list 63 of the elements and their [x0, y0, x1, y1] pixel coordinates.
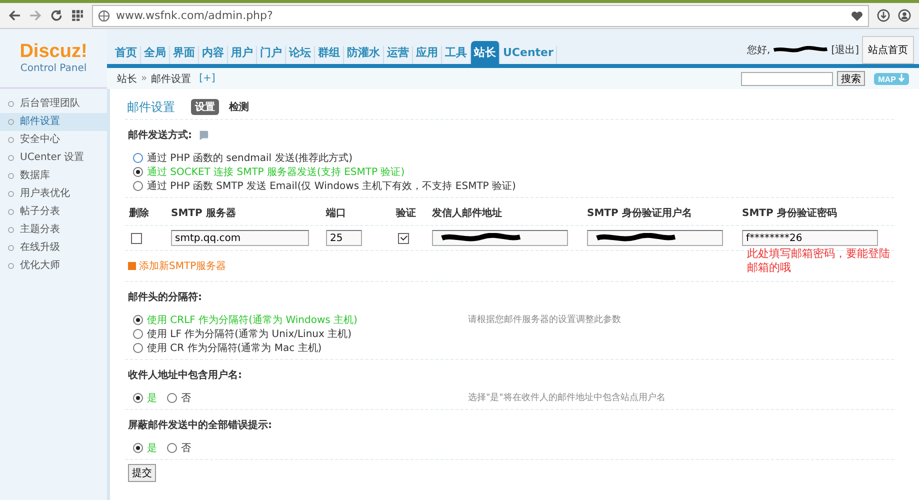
section-label: 屏蔽邮件发送中的全部错误提示: [128, 418, 272, 432]
page-tab[interactable]: 检测 [225, 99, 253, 115]
search-button[interactable]: 搜索 [837, 71, 866, 86]
sidebar-item[interactable]: 用户表优化 [0, 185, 107, 203]
sidebar-item[interactable]: 在线升级 [0, 239, 107, 257]
back-icon[interactable] [8, 9, 21, 22]
hint-text: 选择"是"将在收件人的邮件地址中包含站点用户名 [468, 392, 666, 405]
column-header: 端口 [326, 206, 347, 220]
download-icon[interactable] [877, 9, 890, 22]
sidebar-item[interactable]: 数据库 [0, 167, 107, 185]
radio-option[interactable]: 通过 PHP 函数 SMTP 发送 Email(仅 Windows 主机下有效，不支持 ESMTP 验证) [133, 179, 894, 193]
column-header: SMTP 服务器 [171, 206, 237, 220]
breadcrumb-parent[interactable]: 站长 [117, 72, 137, 86]
add-shortcut-link[interactable]: [+] [199, 73, 216, 84]
password-field[interactable]: f********26 [742, 230, 878, 246]
logo-subtitle: Control Panel [20, 63, 87, 74]
sidebar-item[interactable]: 后台管理团队 [0, 95, 107, 113]
site-home-button[interactable]: 站点首页 [862, 36, 914, 64]
breadcrumb-current: 邮件设置 [151, 72, 192, 86]
radio-option[interactable]: 使用 CR 作为分隔符(通常为 Mac 主机) [133, 341, 468, 355]
username-field[interactable] [587, 230, 723, 246]
heart-icon[interactable] [851, 10, 863, 22]
greeting-text: 您好, [747, 44, 770, 56]
auth-checkbox[interactable] [398, 232, 409, 244]
section-label: 邮件头的分隔符: [128, 290, 202, 304]
submit-button[interactable]: 提交 [128, 464, 156, 482]
search-field[interactable] [741, 72, 834, 86]
sidebar-item[interactable]: UCenter 设置 [0, 149, 107, 167]
logo-text: Discuz! [20, 41, 88, 63]
server-field[interactable]: smtp.qq.com [171, 230, 309, 246]
down-arrow-icon [898, 74, 905, 82]
sidebar-item[interactable]: 优化大师 [0, 257, 107, 275]
breadcrumb-separator: » [141, 73, 148, 84]
radio-option[interactable]: 通过 PHP 函数的 sendmail 发送(推荐此方式) [133, 151, 894, 165]
hint-text: 请根据您邮件服务器的设置调整此参数 [468, 314, 621, 327]
column-header: 删除 [128, 206, 150, 220]
section-label: 收件人地址中包含用户名: [128, 368, 242, 382]
address-bar[interactable]: www.wsfnk.com/admin.php? [92, 4, 869, 26]
reload-icon[interactable] [50, 9, 63, 22]
column-header: SMTP 身份验证用户名 [587, 206, 693, 220]
sender-field[interactable] [432, 230, 568, 246]
radio-option[interactable]: 否 [167, 441, 191, 455]
sidebar-item[interactable]: 邮件设置 [0, 113, 107, 131]
sidebar-item[interactable]: 安全中心 [0, 131, 107, 149]
radio-option[interactable]: 否 [167, 391, 191, 405]
redaction-mark [773, 46, 828, 54]
section-label: 邮件发送方式: [128, 128, 192, 142]
annotation-text: 此处填写邮箱密码，要能登陆邮箱的哦 [747, 247, 891, 275]
globe-icon [98, 10, 110, 22]
page-title: 邮件设置 [127, 98, 175, 116]
column-header: 发信人邮件地址 [432, 206, 503, 220]
nav-tab[interactable]: 站长 [471, 41, 500, 64]
port-field[interactable]: 25 [326, 230, 362, 246]
delete-checkbox[interactable] [131, 232, 142, 244]
sidebar-item[interactable]: 帖子分表 [0, 203, 107, 221]
account-icon[interactable] [898, 9, 911, 22]
column-header: SMTP 身份验证密码 [742, 206, 838, 220]
column-header: 验证 [396, 206, 417, 220]
page-tab[interactable]: 设置 [191, 99, 219, 115]
radio-option[interactable]: 使用 LF 作为分隔符(通常为 Unix/Linux 主机) [133, 327, 468, 341]
grid-icon[interactable] [71, 9, 84, 22]
logout-link[interactable]: [退出] [831, 42, 859, 56]
sidebar-item[interactable]: 主题分表 [0, 221, 107, 239]
